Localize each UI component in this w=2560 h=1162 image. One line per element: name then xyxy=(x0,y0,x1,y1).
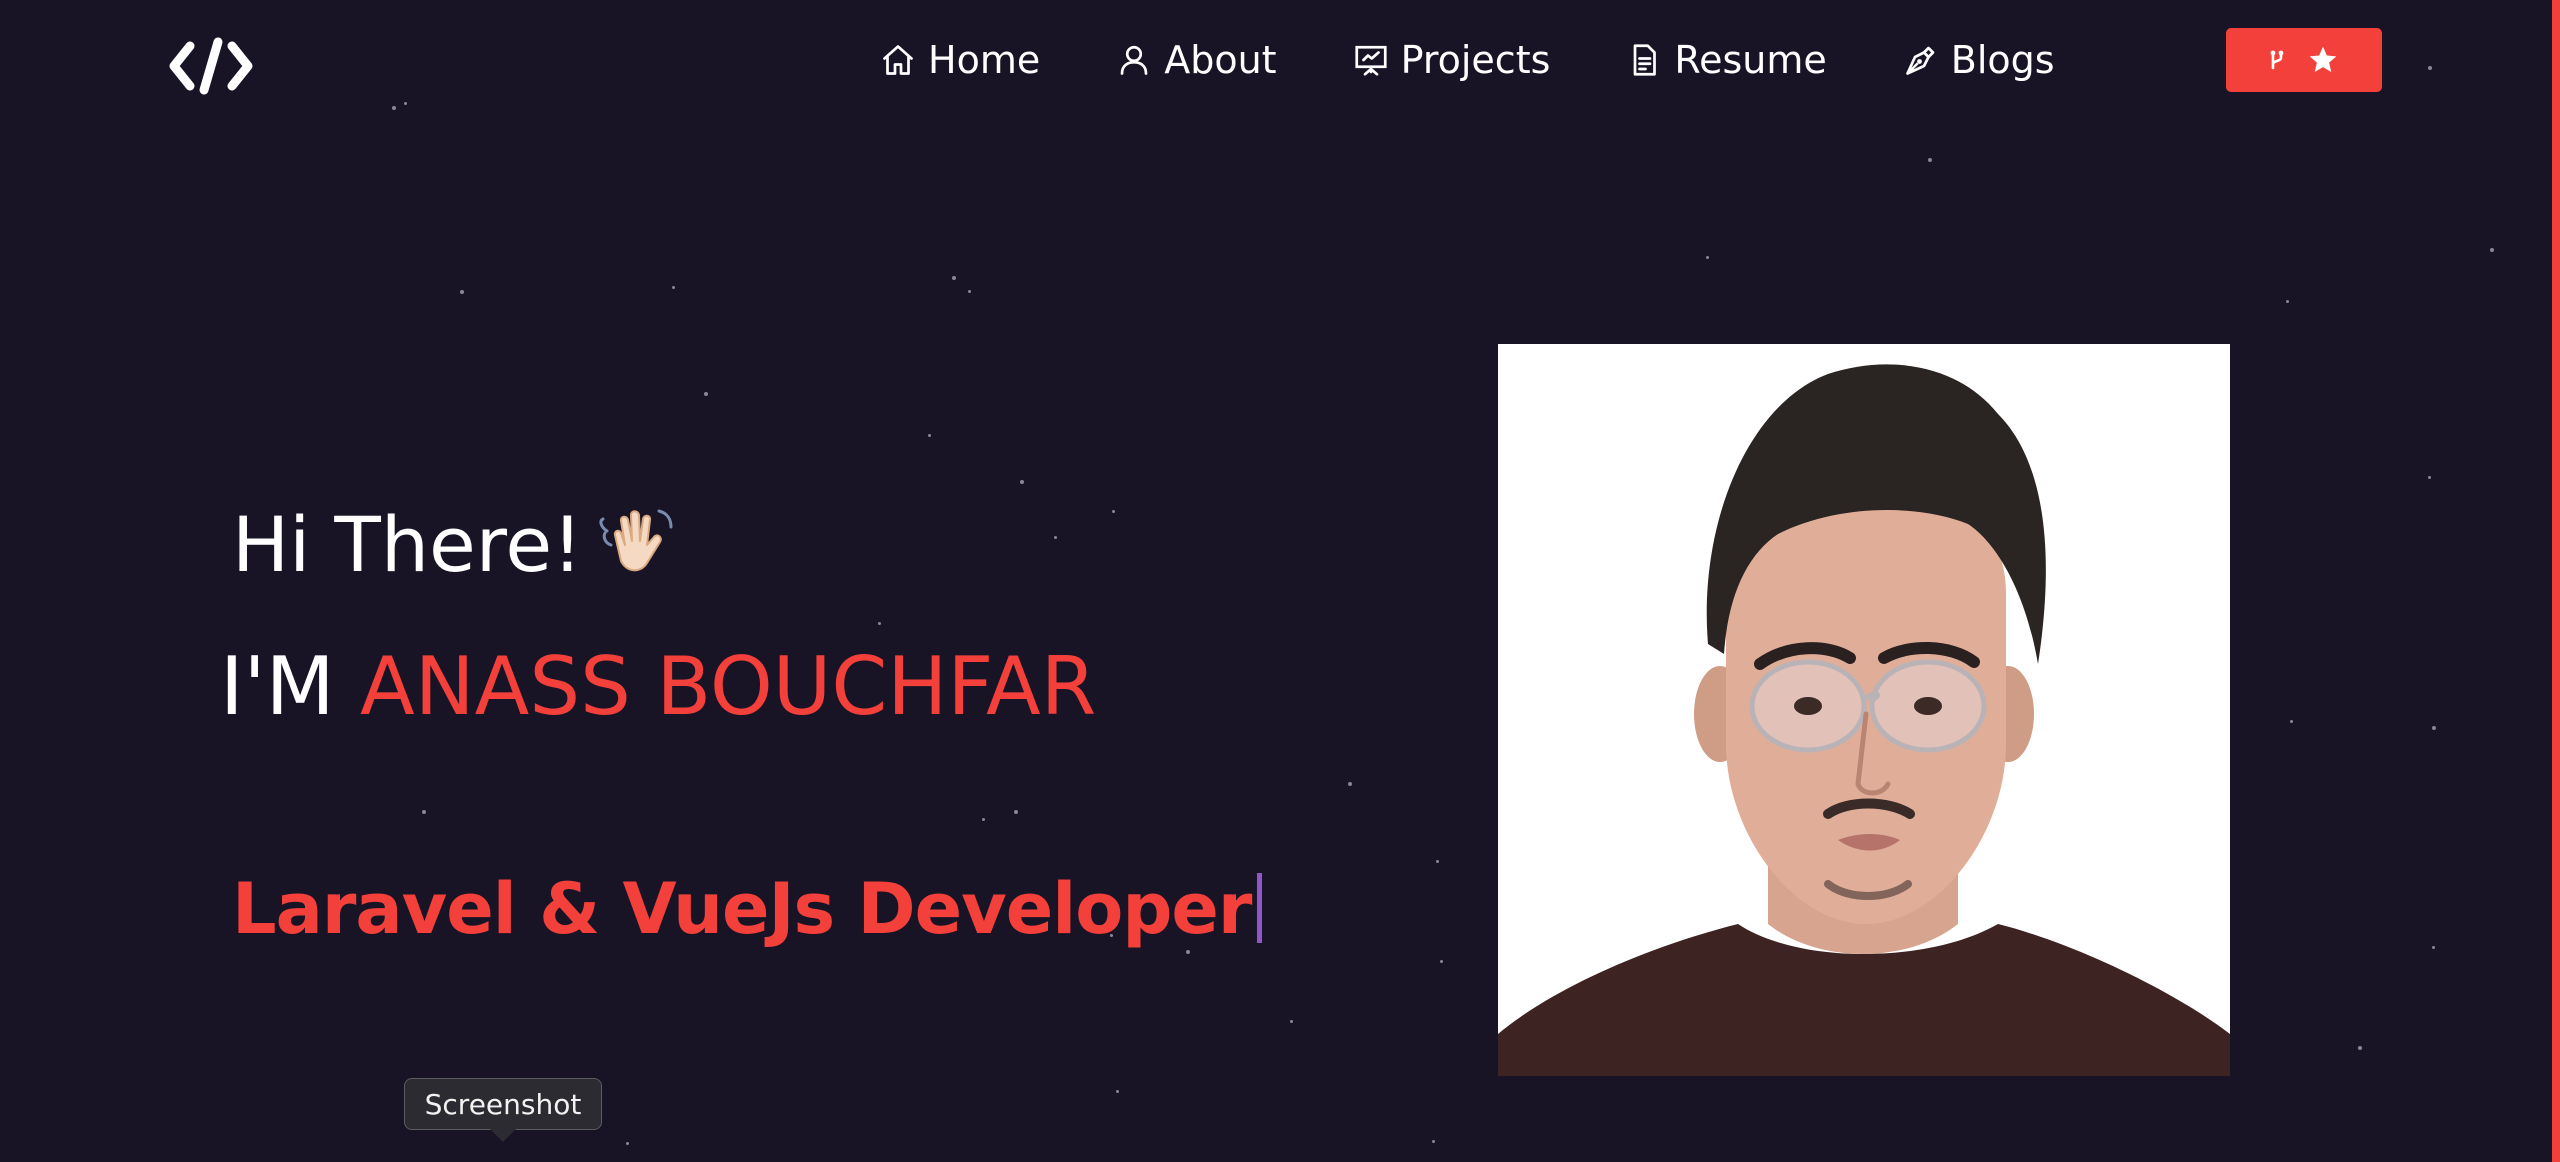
github-star-button[interactable] xyxy=(2226,28,2382,92)
nav-item-label: Resume xyxy=(1674,38,1827,82)
nav-item-home[interactable]: Home xyxy=(880,38,1040,82)
nav-item-label: Home xyxy=(928,38,1041,82)
main-navigation: Home About Projects Resume Blogs xyxy=(880,28,2131,92)
git-fork-icon xyxy=(2269,48,2285,72)
profile-photo xyxy=(1498,344,2230,1076)
home-icon xyxy=(880,42,916,78)
waving-hand-icon xyxy=(597,501,677,581)
pen-icon xyxy=(1903,42,1939,78)
tooltip-arrow xyxy=(490,1129,516,1142)
nav-item-resume[interactable]: Resume xyxy=(1626,38,1827,82)
intro-prefix: I'M xyxy=(220,640,335,733)
hero-greeting: Hi There! xyxy=(232,500,677,589)
nav-item-label: Projects xyxy=(1400,38,1551,82)
code-brackets-icon[interactable] xyxy=(168,36,254,96)
role-text: Laravel & VueJs Developer xyxy=(232,868,1252,950)
nav-item-label: Blogs xyxy=(1950,38,2055,82)
presentation-icon xyxy=(1353,42,1389,78)
typing-caret xyxy=(1257,873,1263,943)
screenshot-tooltip: Screenshot xyxy=(404,1078,602,1130)
greeting-text: Hi There! xyxy=(232,500,583,589)
star-icon xyxy=(2307,44,2339,76)
document-icon xyxy=(1626,42,1662,78)
hero-intro: I'M ANASS BOUCHFAR xyxy=(220,640,1096,733)
nav-item-projects[interactable]: Projects xyxy=(1353,38,1551,82)
nav-item-blogs[interactable]: Blogs xyxy=(1903,38,2055,82)
right-edge-accent xyxy=(2552,0,2560,1162)
hero-name: ANASS BOUCHFAR xyxy=(360,640,1097,733)
user-icon xyxy=(1116,42,1152,78)
portfolio-page: Home About Projects Resume Blogs Hi Ther… xyxy=(0,0,2560,1162)
hero-role-typewriter: Laravel & VueJs Developer xyxy=(232,868,1263,950)
nav-item-label: About xyxy=(1164,38,1277,82)
nav-item-about[interactable]: About xyxy=(1116,38,1277,82)
